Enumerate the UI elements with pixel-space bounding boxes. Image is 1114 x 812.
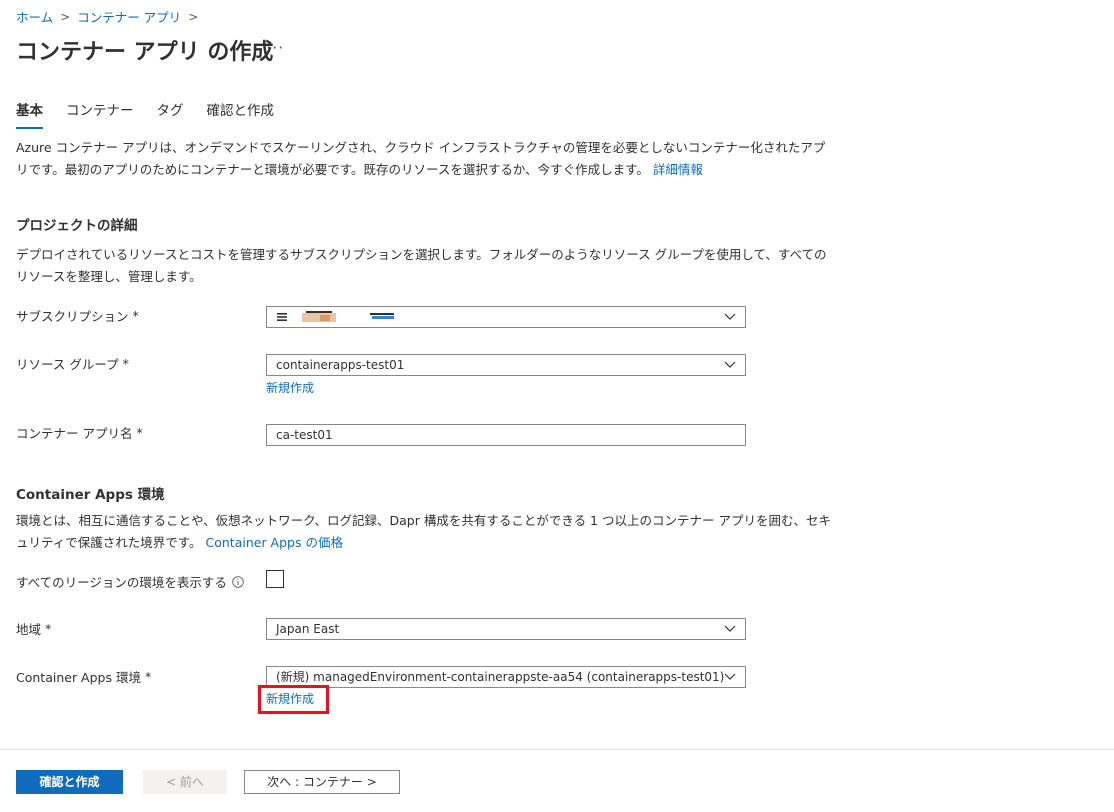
subscription-label-text: サブスクリプション — [16, 309, 129, 324]
highlight-annotation-box — [258, 685, 329, 714]
breadcrumb-home-link[interactable]: ホーム — [16, 7, 53, 26]
show-all-regions-label: すべてのリージョンの環境を表示する — [16, 572, 244, 591]
app-name-label-text: コンテナー アプリ名 — [16, 426, 133, 441]
subscription-value-redacted — [276, 307, 745, 327]
required-mark: * — [132, 308, 139, 323]
subscription-key-icon — [277, 313, 287, 321]
intro-text: Azure コンテナー アプリは、オンデマンドでスケーリングされ、クラウド イン… — [16, 140, 826, 177]
chevron-down-icon — [724, 673, 736, 680]
info-icon[interactable] — [232, 575, 244, 588]
environment-description: 環境とは、相互に通信することや、仮想ネットワーク、ログ記録、Dapr 構成を共有… — [16, 510, 836, 554]
region-select[interactable]: Japan East — [266, 618, 746, 640]
review-create-button[interactable]: 確認と作成 — [16, 770, 123, 794]
required-mark: * — [136, 425, 143, 440]
environment-heading: Container Apps 環境 — [16, 487, 165, 503]
tab-review-create[interactable]: 確認と作成 — [207, 99, 275, 129]
required-mark: * — [144, 669, 152, 684]
breadcrumb: ホーム > コンテナー アプリ > — [16, 7, 205, 26]
region-label-text: 地域 — [16, 622, 42, 637]
resource-group-label: リソース グループ * — [16, 354, 129, 373]
region-label: 地域 * — [16, 619, 51, 638]
learn-more-link[interactable]: 詳細情報 — [653, 162, 703, 177]
previous-button[interactable]: < 前へ — [143, 770, 227, 794]
tab-tags[interactable]: タグ — [157, 99, 184, 129]
resource-group-value: containerapps-test01 — [276, 358, 405, 372]
breadcrumb-separator: > — [60, 9, 71, 24]
breadcrumb-container-apps-link[interactable]: コンテナー アプリ — [77, 7, 181, 26]
tab-container[interactable]: コンテナー — [66, 99, 134, 129]
environment-value: (新規) managedEnvironment-containerappste-… — [276, 670, 725, 684]
app-name-label: コンテナー アプリ名 * — [16, 423, 143, 442]
environment-label: Container Apps 環境 * — [16, 667, 151, 686]
redacted-block — [370, 312, 394, 319]
resource-group-label-text: リソース グループ — [16, 357, 119, 372]
show-all-regions-checkbox[interactable] — [266, 570, 284, 588]
show-all-regions-label-text: すべてのリージョンの環境を表示する — [16, 575, 227, 590]
footer-divider — [0, 749, 1114, 750]
more-options-button[interactable]: ··· — [266, 38, 284, 57]
chevron-down-icon — [724, 313, 736, 320]
page-title: コンテナー アプリ の作成 — [16, 40, 274, 65]
intro-description: Azure コンテナー アプリは、オンデマンドでスケーリングされ、クラウド イン… — [16, 137, 836, 181]
app-name-value: ca-test01 — [276, 428, 333, 442]
subscription-label: サブスクリプション * — [16, 306, 139, 325]
subscription-select[interactable] — [266, 306, 746, 328]
tab-basics[interactable]: 基本 — [16, 99, 43, 129]
next-container-button[interactable]: 次へ : コンテナー > — [244, 770, 400, 794]
project-details-description: デプロイされているリソースとコストを管理するサブスクリプションを選択します。フォ… — [16, 247, 827, 284]
resource-group-select[interactable]: containerapps-test01 — [266, 354, 746, 376]
pricing-link[interactable]: Container Apps の価格 — [206, 535, 343, 550]
redacted-block — [302, 310, 336, 322]
required-mark: * — [122, 356, 129, 371]
app-name-input[interactable]: ca-test01 — [266, 424, 746, 446]
required-mark: * — [45, 621, 52, 636]
environment-select[interactable]: (新規) managedEnvironment-containerappste-… — [266, 666, 746, 688]
environment-description-text: 環境とは、相互に通信することや、仮想ネットワーク、ログ記録、Dapr 構成を共有… — [16, 513, 831, 550]
breadcrumb-separator: > — [188, 9, 199, 24]
resource-group-create-new-link[interactable]: 新規作成 — [266, 379, 314, 396]
environment-label-text: Container Apps 環境 — [16, 670, 141, 685]
project-details-heading: プロジェクトの詳細 — [16, 218, 138, 234]
chevron-down-icon — [724, 625, 736, 632]
tab-bar: 基本 コンテナー タグ 確認と作成 — [16, 99, 297, 129]
chevron-down-icon — [724, 361, 736, 368]
region-value: Japan East — [276, 622, 340, 636]
